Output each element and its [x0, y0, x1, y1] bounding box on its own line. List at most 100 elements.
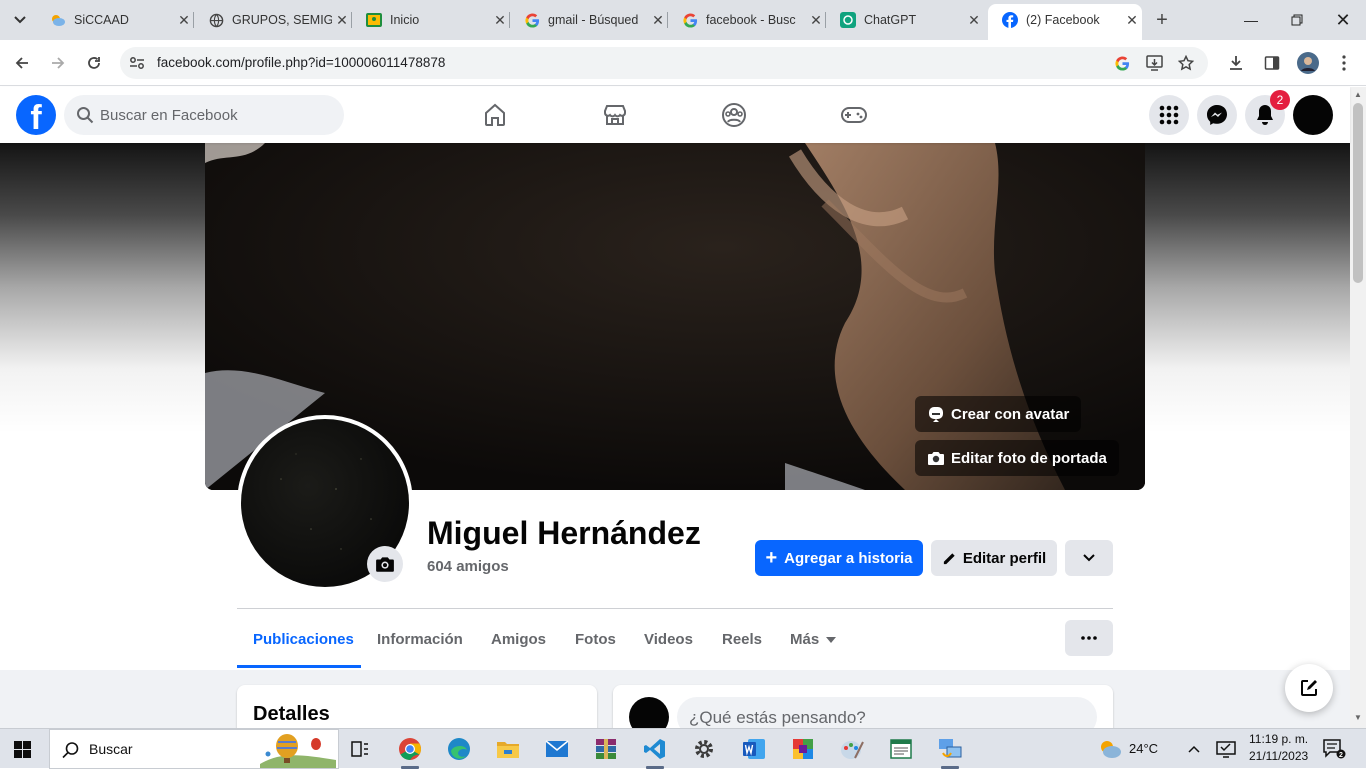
profile-page: Crear con avatar Editar foto de portada …	[0, 143, 1350, 728]
restore-icon[interactable]	[1274, 0, 1320, 40]
display-tray-icon[interactable]	[1212, 735, 1240, 763]
install-app-icon[interactable]	[1144, 53, 1164, 73]
scroll-thumb[interactable]	[1353, 103, 1363, 283]
browser-tab[interactable]: GRUPOS, SEMIG ✕	[194, 4, 352, 36]
notification-center-icon[interactable]: 2	[1320, 735, 1348, 763]
taskbar-search-placeholder: Buscar	[89, 741, 133, 757]
edit-profile-button[interactable]: Editar perfil	[931, 540, 1057, 576]
groups-icon[interactable]	[718, 99, 750, 131]
paint-icon[interactable]	[838, 735, 866, 763]
close-icon[interactable]: ✕	[1122, 12, 1142, 29]
browser-tab[interactable]: gmail - Búsqued ✕	[510, 4, 668, 36]
close-icon[interactable]: ✕	[806, 12, 826, 29]
browser-tab[interactable]: SiCCAAD ✕	[36, 4, 194, 36]
document-viewer-icon[interactable]	[887, 735, 915, 763]
winrar-icon[interactable]	[592, 735, 620, 763]
camera-icon	[376, 557, 394, 572]
tab-mas[interactable]: Más	[790, 631, 837, 648]
tab-reels[interactable]: Reels	[722, 631, 762, 648]
page-scrollbar[interactable]: ▲ ▼	[1350, 87, 1366, 728]
search-icon	[62, 742, 79, 759]
create-avatar-button[interactable]: Crear con avatar	[915, 396, 1082, 432]
chrome-icon[interactable]	[396, 735, 424, 763]
ellipsis-icon	[1081, 636, 1097, 640]
facebook-logo[interactable]: f	[16, 95, 56, 135]
minimize-icon[interactable]: —	[1228, 0, 1274, 40]
download-icon[interactable]	[1224, 51, 1248, 75]
home-icon[interactable]	[479, 99, 511, 131]
account-avatar[interactable]	[1293, 95, 1333, 135]
new-tab-icon[interactable]: +	[1150, 8, 1174, 32]
close-icon[interactable]: ✕	[332, 12, 352, 29]
tab-fotos[interactable]: Fotos	[575, 631, 616, 648]
clock-date[interactable]: 21/11/2023	[1249, 749, 1308, 763]
back-arrow-icon[interactable]	[10, 51, 34, 75]
search-icon	[77, 107, 94, 124]
tab-videos[interactable]: Videos	[644, 631, 693, 648]
scroll-up-icon[interactable]: ▲	[1353, 90, 1363, 100]
office-tool-icon[interactable]	[789, 735, 817, 763]
marketplace-icon[interactable]	[599, 99, 631, 131]
more-options-button[interactable]	[1065, 620, 1113, 656]
browser-menu-icon[interactable]	[1332, 51, 1356, 75]
tab-search-chevron-icon[interactable]	[8, 8, 32, 32]
task-view-icon[interactable]	[346, 735, 374, 763]
window-close-icon[interactable]: ✕	[1320, 0, 1366, 40]
messenger-icon[interactable]	[1197, 95, 1237, 135]
gaming-icon[interactable]	[838, 99, 870, 131]
menu-grid-icon[interactable]	[1149, 95, 1189, 135]
pencil-icon	[942, 551, 957, 566]
forward-arrow-icon[interactable]	[46, 51, 70, 75]
update-profile-picture-button[interactable]	[367, 546, 403, 582]
tab-publicaciones[interactable]: Publicaciones	[253, 631, 354, 648]
site-settings-icon[interactable]	[127, 53, 147, 73]
balloon-fiesta-icon	[260, 734, 336, 768]
vscode-icon[interactable]	[641, 735, 669, 763]
scroll-down-icon[interactable]: ▼	[1353, 713, 1363, 723]
close-icon[interactable]: ✕	[490, 12, 510, 29]
reload-icon[interactable]	[82, 51, 106, 75]
address-bar[interactable]: facebook.com/profile.php?id=100006011478…	[120, 47, 1208, 79]
edge-icon[interactable]	[445, 735, 473, 763]
composer-avatar[interactable]	[629, 697, 669, 728]
close-icon[interactable]: ✕	[174, 12, 194, 29]
browser-tab-strip: SiCCAAD ✕ GRUPOS, SEMIG ✕ Inicio ✕ gmail…	[0, 0, 1366, 40]
close-icon[interactable]: ✕	[648, 12, 668, 29]
windows-taskbar: Buscar 24°C 11:19 p. m. 21/11/2023 2	[0, 728, 1366, 769]
weather-partly-cloudy-icon[interactable]	[1096, 735, 1124, 763]
profile-dropdown-button[interactable]	[1065, 540, 1113, 576]
add-story-button[interactable]: + Agregar a historia	[755, 540, 923, 576]
browser-tab-active[interactable]: (2) Facebook ✕	[988, 4, 1142, 40]
file-explorer-icon[interactable]	[494, 735, 522, 763]
composer-input[interactable]: ¿Qué estás pensando?	[677, 697, 1097, 728]
windows-start-icon[interactable]	[14, 741, 31, 758]
tray-chevron-up-icon[interactable]	[1180, 735, 1208, 763]
facebook-search-input[interactable]: Buscar en Facebook	[64, 95, 344, 135]
browser-tab[interactable]: facebook - Busc ✕	[668, 4, 826, 36]
tab-amigos[interactable]: Amigos	[491, 631, 546, 648]
clock-time[interactable]: 11:19 p. m.	[1249, 732, 1308, 746]
google-lens-icon[interactable]	[1112, 53, 1132, 73]
tab-informacion[interactable]: Información	[377, 631, 463, 648]
weather-temperature: 24°C	[1129, 741, 1159, 756]
taskbar-search-input[interactable]: Buscar	[49, 729, 339, 769]
mail-icon[interactable]	[543, 735, 571, 763]
globe-icon	[208, 12, 224, 28]
word-icon[interactable]	[740, 735, 768, 763]
bookmark-star-icon[interactable]	[1176, 53, 1196, 73]
tab-title: ChatGPT	[864, 13, 917, 27]
svg-text:2: 2	[1339, 752, 1343, 759]
browser-tab[interactable]: ChatGPT ✕	[826, 4, 984, 36]
friends-count[interactable]: 604 amigos	[427, 558, 509, 575]
close-icon[interactable]: ✕	[964, 12, 984, 29]
side-panel-icon[interactable]	[1260, 51, 1284, 75]
tab-title: Inicio	[390, 13, 420, 27]
edit-cover-photo-button[interactable]: Editar foto de portada	[915, 440, 1119, 476]
compose-icon	[1301, 680, 1317, 696]
new-message-button[interactable]	[1285, 664, 1333, 712]
settings-gear-icon[interactable]	[690, 735, 718, 763]
profile-avatar-icon[interactable]	[1296, 51, 1320, 75]
browser-tab[interactable]: Inicio ✕	[352, 4, 510, 36]
create-avatar-label: Crear con avatar	[951, 405, 1070, 423]
network-tool-icon[interactable]	[936, 735, 964, 763]
